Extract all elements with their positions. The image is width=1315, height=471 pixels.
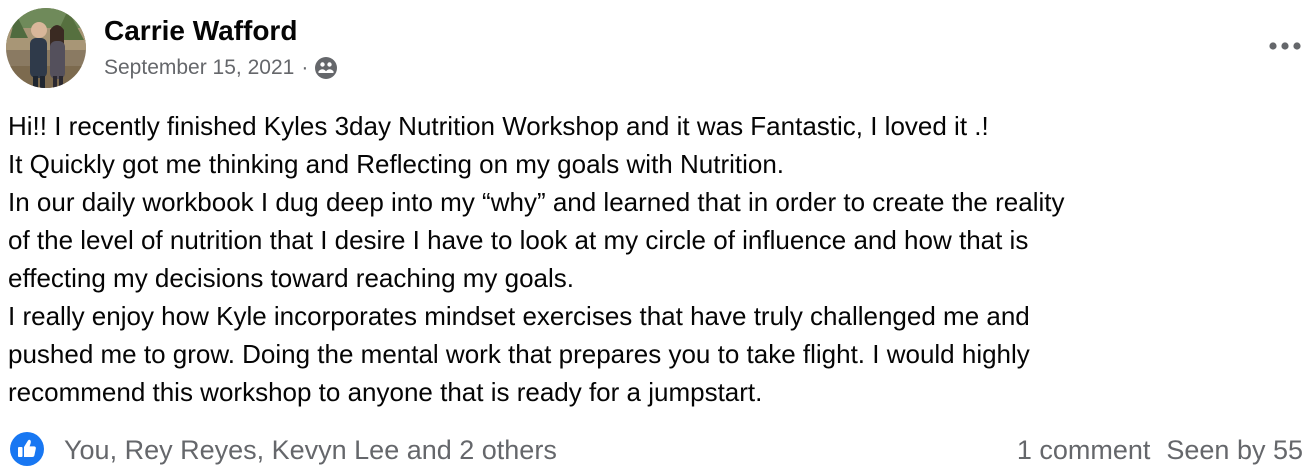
more-options-button[interactable] <box>1265 32 1305 60</box>
post-date[interactable]: September 15, 2021 <box>104 56 294 80</box>
seen-by-link[interactable]: Seen by 55 <box>1166 435 1303 466</box>
post-body-line: In our daily workbook I dug deep into my… <box>8 187 1065 217</box>
post-body-line: I really enjoy how Kyle incorporates min… <box>8 301 1030 331</box>
author-avatar[interactable] <box>6 8 86 88</box>
post-meta: September 15, 2021 · <box>104 55 338 81</box>
post-body: Hi!! I recently finished Kyles 3day Nutr… <box>8 107 1303 411</box>
like-icon[interactable] <box>10 432 44 466</box>
friends-icon[interactable] <box>314 56 338 80</box>
post-body-line: It Quickly got me thinking and Reflectin… <box>8 149 785 179</box>
post-header: Carrie Wafford September 15, 2021 · <box>6 8 1309 92</box>
comments-count-link[interactable]: 1 comment <box>1017 435 1151 466</box>
post-footer: You, Rey Reyes, Kevyn Lee and 2 others 1… <box>10 430 1303 470</box>
post-body-line: of the level of nutrition that I desire … <box>8 225 1029 255</box>
avatar-photo <box>6 8 86 88</box>
post-stats: 1 comment Seen by 55 <box>1017 435 1303 466</box>
post-body-line: effecting my decisions toward reaching m… <box>8 263 575 293</box>
author-name[interactable]: Carrie Wafford <box>104 15 297 47</box>
post-body-line: Hi!! I recently finished Kyles 3day Nutr… <box>8 111 989 141</box>
more-options-icon <box>1269 42 1301 50</box>
post-body-line: pushed me to grow. Doing the mental work… <box>8 339 1030 369</box>
reactions-summary[interactable]: You, Rey Reyes, Kevyn Lee and 2 others <box>64 435 557 466</box>
post-body-line: recommend this workshop to anyone that i… <box>8 377 763 407</box>
meta-separator: · <box>301 56 309 79</box>
